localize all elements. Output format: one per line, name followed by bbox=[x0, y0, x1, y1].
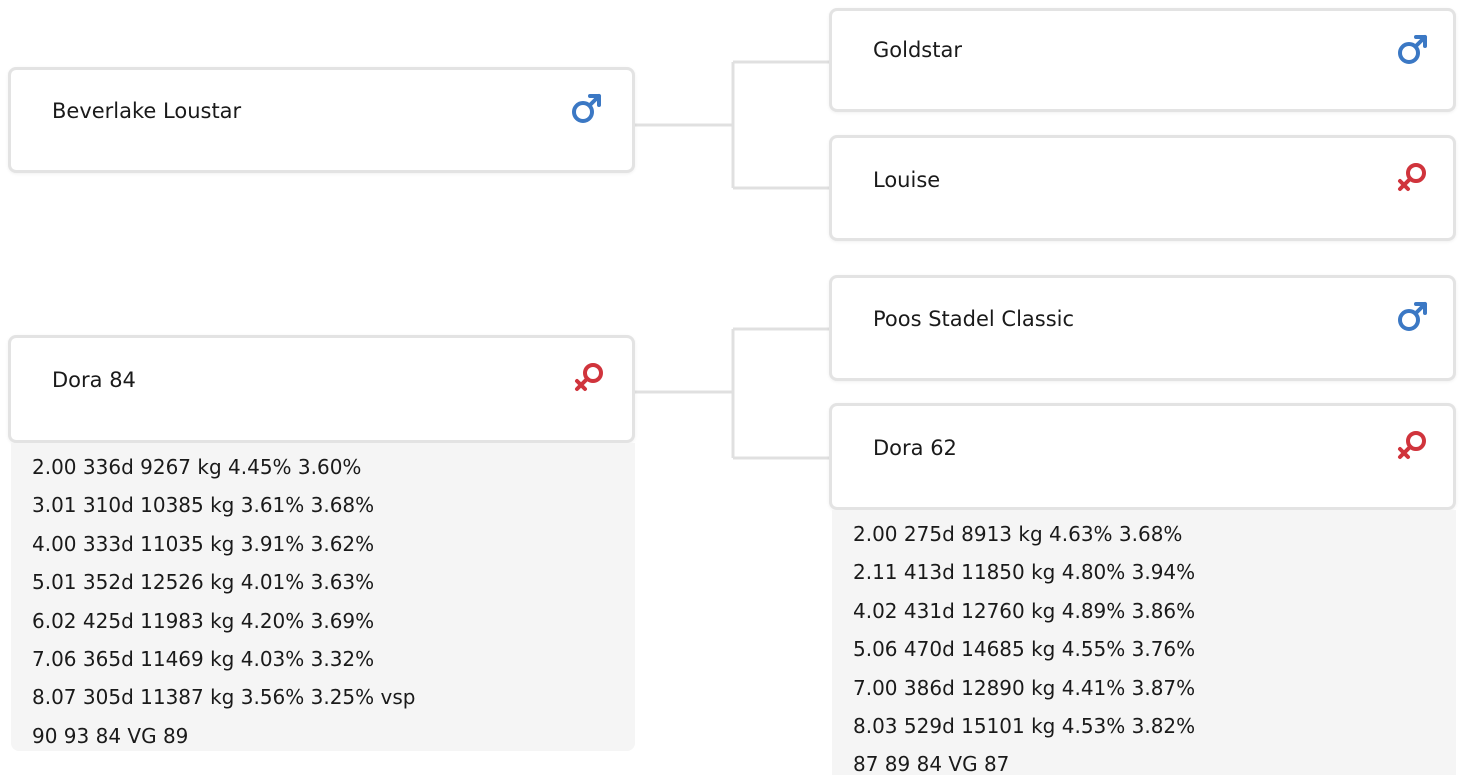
record-line: 5.06 470d 14685 kg 4.55% 3.76% bbox=[853, 637, 1196, 662]
female-icon bbox=[575, 363, 603, 391]
male-icon bbox=[572, 94, 601, 123]
paternal-granddam-card[interactable]: Louise bbox=[829, 135, 1456, 241]
paternal-grandsire-name: Goldstar bbox=[873, 38, 962, 62]
record-line: 6.02 425d 11983 kg 4.20% 3.69% bbox=[32, 608, 375, 633]
connector-sire-parents bbox=[635, 60, 831, 190]
maternal-granddam-records: 2.00 275d 8913 kg 4.63% 3.68% 2.11 413d … bbox=[832, 510, 1456, 775]
record-line: 8.03 529d 15101 kg 4.53% 3.82% bbox=[853, 714, 1196, 739]
maternal-granddam-name: Dora 62 bbox=[873, 436, 957, 460]
paternal-grandsire-card[interactable]: Goldstar bbox=[829, 8, 1456, 112]
dam-name: Dora 84 bbox=[52, 368, 136, 392]
maternal-grandsire-name: Poos Stadel Classic bbox=[873, 307, 1075, 331]
paternal-granddam-name: Louise bbox=[873, 168, 941, 192]
male-icon bbox=[1398, 302, 1427, 331]
record-line: 4.02 431d 12760 kg 4.89% 3.86% bbox=[853, 598, 1196, 623]
female-icon bbox=[1398, 431, 1426, 459]
record-line: 8.07 305d 11387 kg 3.56% 3.25% vsp bbox=[32, 685, 416, 710]
sire-card[interactable]: Beverlake Loustar bbox=[8, 67, 635, 173]
male-icon bbox=[1398, 35, 1427, 64]
record-line: 7.00 386d 12890 kg 4.41% 3.87% bbox=[853, 675, 1196, 700]
dam-records: 2.00 336d 9267 kg 4.45% 3.60% 3.01 310d … bbox=[11, 443, 635, 751]
female-icon bbox=[1398, 163, 1426, 191]
record-line: 4.00 333d 11035 kg 3.91% 3.62% bbox=[32, 531, 375, 556]
classification-line: 87 89 84 VG 87 bbox=[853, 752, 1010, 775]
record-line: 7.06 365d 11469 kg 4.03% 3.32% bbox=[32, 647, 375, 672]
record-line: 3.01 310d 10385 kg 3.61% 3.68% bbox=[32, 493, 375, 518]
record-line: 2.00 275d 8913 kg 4.63% 3.68% bbox=[853, 522, 1183, 546]
record-line: 2.11 413d 11850 kg 4.80% 3.94% bbox=[853, 560, 1196, 585]
connector-dam-parents bbox=[635, 327, 831, 460]
dam-card[interactable]: Dora 84 bbox=[8, 335, 635, 443]
sire-name: Beverlake Loustar bbox=[52, 99, 242, 123]
record-line: 5.01 352d 12526 kg 4.01% 3.63% bbox=[32, 570, 375, 595]
maternal-granddam-card[interactable]: Dora 62 bbox=[829, 403, 1456, 510]
classification-line: 90 93 84 VG 89 bbox=[32, 723, 189, 748]
record-line: 2.00 336d 9267 kg 4.45% 3.60% bbox=[32, 455, 362, 479]
maternal-grandsire-card[interactable]: Poos Stadel Classic bbox=[829, 275, 1456, 381]
